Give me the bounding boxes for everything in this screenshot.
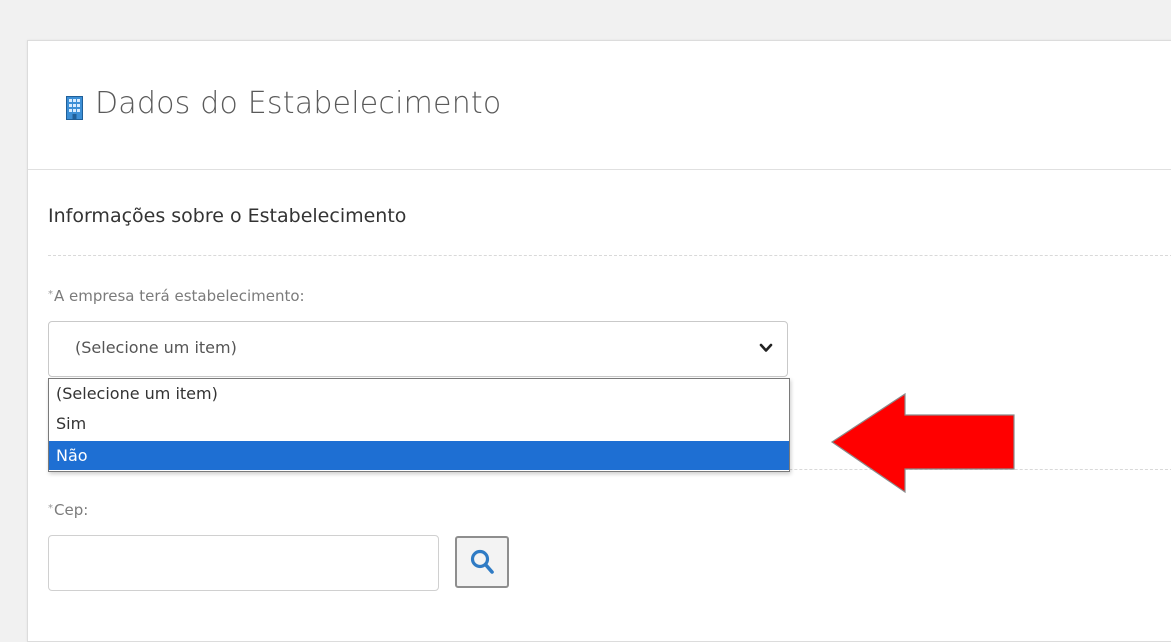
cep-field-label: *Cep: — [48, 501, 88, 519]
establishment-panel: Dados do Estabelecimento Informações sob… — [27, 40, 1171, 642]
cep-label-text: Cep: — [54, 501, 89, 519]
section-divider — [48, 255, 1171, 256]
cep-input[interactable] — [48, 535, 439, 591]
required-marker: * — [48, 503, 53, 514]
chevron-down-icon — [759, 343, 773, 352]
cep-search-button[interactable] — [455, 536, 509, 588]
required-marker: * — [48, 289, 53, 300]
building-icon — [66, 96, 83, 120]
establishment-select[interactable]: (Selecione um item) — [48, 321, 788, 377]
section-title: Informações sobre o Estabelecimento — [48, 205, 407, 227]
establishment-label-text: A empresa terá estabelecimento: — [54, 287, 305, 305]
dropdown-option-placeholder[interactable]: (Selecione um item) — [49, 379, 789, 408]
search-icon — [470, 549, 494, 574]
dropdown-option-nao[interactable]: Não — [49, 441, 789, 470]
red-arrow-annotation — [830, 392, 1015, 494]
establishment-dropdown-list: (Selecione um item) Sim Não — [48, 378, 790, 472]
establishment-field-label: *A empresa terá estabelecimento: — [48, 287, 305, 305]
panel-title: Dados do Estabelecimento — [95, 86, 502, 121]
panel-header: Dados do Estabelecimento — [28, 41, 1171, 170]
select-current-value: (Selecione um item) — [75, 338, 237, 357]
dropdown-option-sim[interactable]: Sim — [49, 409, 789, 438]
